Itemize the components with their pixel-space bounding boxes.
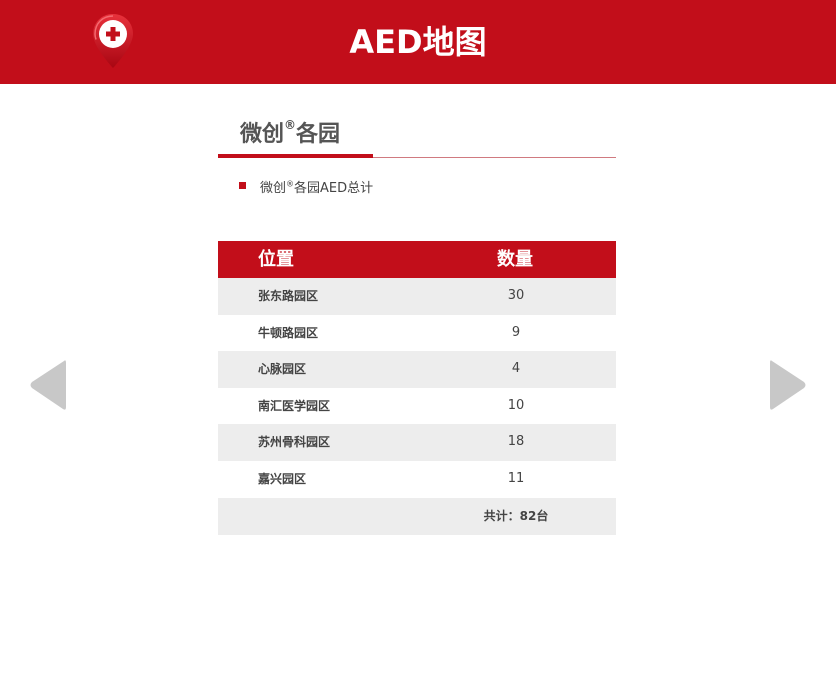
- section-divider-accent: [218, 154, 373, 158]
- table-row: 南汇医学园区 10: [218, 388, 616, 425]
- section-title-suffix: 各园: [296, 122, 341, 147]
- bullet-square-icon: [239, 182, 246, 189]
- triangle-right-icon: [770, 360, 806, 410]
- header-bar: AED地图: [0, 0, 836, 84]
- prev-slide-button[interactable]: [28, 357, 68, 413]
- column-header-count: 数量: [497, 249, 533, 270]
- count-cell: 11: [507, 470, 525, 486]
- count-cell: 30: [507, 288, 525, 303]
- table-row: 张东路园区 30: [218, 278, 616, 315]
- total-cell: 共计：82台: [483, 508, 549, 523]
- location-cell: 心脉园区: [258, 362, 307, 377]
- bullet-text-prefix: 微创: [260, 181, 287, 196]
- location-cell: 南汇医学园区: [258, 398, 331, 413]
- page-title: AED地图: [349, 23, 487, 61]
- section-title: 微创®各园: [240, 116, 340, 148]
- table-row: 牛顿路园区 9: [218, 315, 616, 352]
- table-row: 嘉兴园区 11: [218, 461, 616, 498]
- count-cell: 9: [511, 324, 521, 340]
- next-slide-button[interactable]: [768, 357, 808, 413]
- bullet-registered-mark: ®: [286, 179, 295, 189]
- table-header: 位置 数量: [218, 241, 616, 278]
- table-row: 苏州骨科园区 18: [218, 424, 616, 461]
- registered-mark: ®: [284, 117, 297, 132]
- count-cell: 18: [507, 434, 525, 450]
- count-cell: 10: [507, 397, 525, 413]
- count-cell: 4: [511, 361, 521, 377]
- aed-table: 位置 数量 张东路园区 30 牛顿路园区 9 心脉园区 4 南汇医学园区 10 …: [218, 241, 616, 535]
- bullet-text-suffix: 各园AED总计: [294, 181, 374, 196]
- location-cell: 牛顿路园区: [258, 325, 319, 340]
- location-cell: 张东路园区: [258, 289, 319, 303]
- triangle-left-icon: [30, 360, 66, 410]
- table-row: 心脉园区 4: [218, 351, 616, 388]
- section-title-main: 微创: [240, 122, 285, 147]
- location-cell: 嘉兴园区: [258, 471, 307, 486]
- column-header-location: 位置: [258, 249, 294, 270]
- location-cell: 苏州骨科园区: [258, 435, 331, 450]
- table-total-row: 共计：82台: [218, 497, 616, 535]
- bullet-text: 微创®各园AED总计: [260, 177, 373, 196]
